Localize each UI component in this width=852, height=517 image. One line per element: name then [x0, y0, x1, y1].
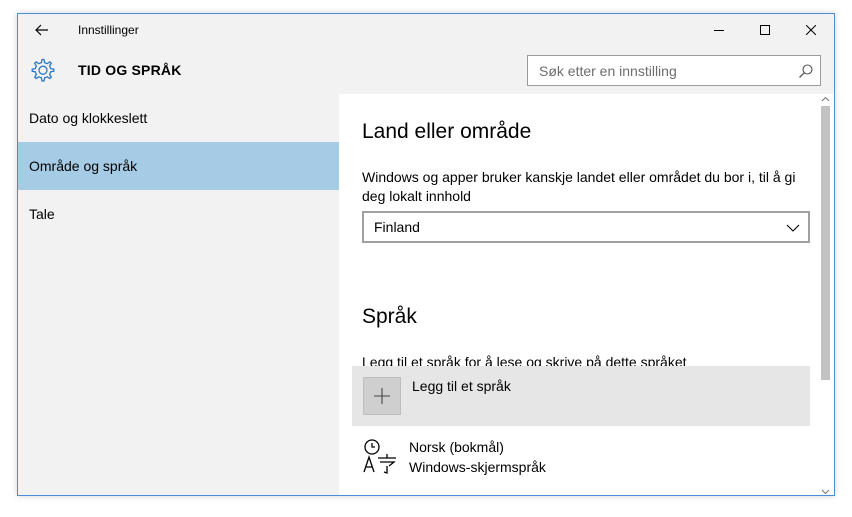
sidebar-item-region-language[interactable]: Område og språk: [18, 142, 339, 190]
search-placeholder: Søk etter en innstilling: [539, 63, 677, 79]
caption-buttons: [696, 14, 834, 46]
sidebar: Dato og klokkeslett Område og språk Tale: [18, 94, 339, 495]
search-input[interactable]: Søk etter en innstilling: [527, 55, 821, 86]
app-title: Innstillinger: [78, 23, 139, 37]
close-button[interactable]: [788, 14, 834, 46]
maximize-icon: [760, 25, 770, 35]
country-dropdown-value: Finland: [374, 219, 420, 235]
language-icon: [363, 439, 396, 474]
language-item-norsk[interactable]: Norsk (bokmål) Windows-skjermspråk: [362, 434, 802, 478]
language-status: Windows-skjermspråk: [409, 459, 546, 475]
region-description: Windows og apper bruker kanskje landet e…: [362, 169, 796, 204]
maximize-button[interactable]: [742, 14, 788, 46]
sidebar-item-date-time[interactable]: Dato og klokkeslett: [18, 94, 339, 142]
gear-icon: [31, 58, 55, 82]
settings-header: TID OG SPRÅK Søk etter en innstilling: [18, 46, 834, 94]
scrollbar-thumb[interactable]: [821, 106, 830, 380]
add-language-label: Legg til et språk: [412, 378, 511, 394]
region-heading: Land eller område: [362, 120, 532, 143]
vertical-scrollbar[interactable]: [817, 94, 834, 495]
back-button[interactable]: [18, 14, 66, 46]
minimize-button[interactable]: [696, 14, 742, 46]
scroll-up-arrow-icon[interactable]: [821, 96, 830, 103]
add-language-tile: [363, 377, 401, 415]
add-language-button[interactable]: Legg til et språk: [352, 366, 810, 426]
close-icon: [806, 25, 816, 35]
plus-icon: [374, 388, 390, 404]
sidebar-item-speech[interactable]: Tale: [18, 190, 339, 238]
section-title: TID OG SPRÅK: [78, 62, 182, 78]
language-name: Norsk (bokmål): [409, 439, 504, 455]
title-bar: Innstillinger: [18, 14, 834, 46]
search-icon[interactable]: [798, 63, 814, 79]
language-heading: Språk: [362, 305, 417, 328]
chevron-down-icon: [786, 224, 800, 232]
content-pane: Land eller område Windows og apper bruke…: [339, 94, 817, 495]
scroll-down-arrow-icon[interactable]: [821, 488, 830, 495]
minimize-icon: [714, 30, 724, 31]
country-dropdown[interactable]: Finland: [362, 211, 810, 243]
settings-window: Innstillinger TID OG SPRÅK Søk etter en …: [17, 13, 835, 496]
back-arrow-icon: [35, 24, 48, 36]
